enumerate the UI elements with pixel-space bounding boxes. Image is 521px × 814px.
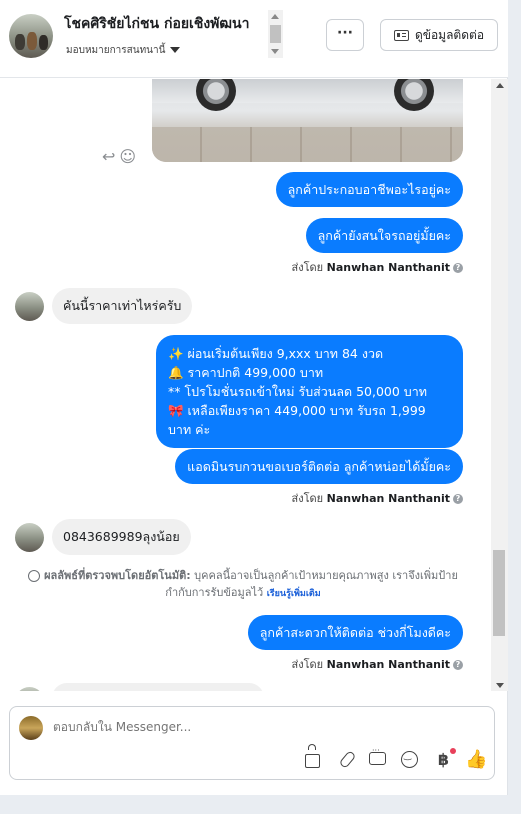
conversation-header: โชคศิริชัยไก่ชน ก่อยเชิงพัฒนา มอบหมายการ… xyxy=(0,0,508,78)
learn-more-link[interactable]: เรียนรู้เพิ่มเติม xyxy=(267,589,321,599)
header-scrollbar[interactable] xyxy=(268,10,283,58)
promo-line: 🎀 เหลือเพียงราคา 449,000 บาท รับรถ 1,999 xyxy=(168,403,426,418)
reply-input[interactable] xyxy=(53,720,433,734)
wheel-rear xyxy=(394,79,434,111)
sent-by-prefix: ส่งโดย xyxy=(291,261,324,274)
promo-line: บาท ค่ะ xyxy=(168,422,211,437)
thread-scrollbar[interactable] xyxy=(491,79,508,691)
saved-replies-icon[interactable] xyxy=(369,749,390,770)
like-icon[interactable]: 👍 xyxy=(465,749,487,770)
info-icon[interactable]: ? xyxy=(453,263,463,273)
scroll-up-icon[interactable] xyxy=(496,83,504,88)
page-avatar xyxy=(19,716,43,740)
notification-dot xyxy=(450,748,456,754)
promo-line: ** โปรโมชั่นรถเข้าใหม่ รับส่วนลด 50,000 … xyxy=(168,384,427,399)
incoming-message: 0843689989ลุงน้อย xyxy=(52,519,191,555)
sent-by-name: Nanwhan Nanthanit xyxy=(326,658,450,671)
conversation-panel: โชคศิริชัยไก่ชน ก่อยเชิงพัฒนา มอบหมายการ… xyxy=(0,0,508,795)
scroll-down-icon[interactable] xyxy=(496,683,504,688)
view-contact-button[interactable]: ดูข้อมูลติดต่อ xyxy=(380,19,498,51)
message-thread[interactable]: ↩☺ ลูกค้าประกอบอาชีพอะไรอยู่คะ ลูกค้ายัง… xyxy=(0,79,490,691)
payment-baht-icon[interactable]: ฿ xyxy=(433,748,456,770)
info-icon[interactable]: ? xyxy=(453,660,463,670)
scroll-down-icon[interactable] xyxy=(271,49,279,54)
auto-detection-title: ผลลัพธ์ที่ตรวจพบโดยอัตโนมัติ: xyxy=(44,569,191,582)
sent-by-label: ส่งโดย Nanwhan Nanthanit? xyxy=(292,655,463,673)
info-icon[interactable]: ? xyxy=(453,494,463,504)
outgoing-message: ลูกค้าสะดวกให้ติดต่อ ช่วงกี่โมงดีคะ xyxy=(247,615,463,650)
assign-conversation[interactable]: มอบหมายการสนทนานี้ xyxy=(66,43,181,58)
view-contact-label: ดูข้อมูลติดต่อ xyxy=(414,27,485,42)
wheel-front xyxy=(196,79,236,111)
message-actions: ↩☺ xyxy=(102,147,140,166)
contact-avatar-small xyxy=(15,523,44,552)
sent-by-label: ส่งโดย Nanwhan Nanthanit? xyxy=(292,489,463,507)
outgoing-message: แอดมินรบกวนขอเบอร์ติดต่อ ลูกค้าหน่อยได้ม… xyxy=(175,449,463,484)
auto-detection-notice: ผลลัพธ์ที่ตรวจพบโดยอัตโนมัติ: บุคคลนี้อา… xyxy=(18,567,468,603)
more-options-button[interactable]: ··· xyxy=(326,19,364,51)
scroll-up-icon[interactable] xyxy=(271,14,279,19)
sent-by-prefix: ส่งโดย xyxy=(291,658,324,671)
contact-avatar[interactable] xyxy=(9,14,53,58)
scroll-thumb[interactable] xyxy=(270,25,281,43)
emoji-icon[interactable] xyxy=(401,749,422,770)
outgoing-message: ลูกค้าประกอบอาชีพอะไรอยู่คะ xyxy=(275,172,463,207)
incoming-message-partial xyxy=(52,683,264,691)
scroll-thumb[interactable] xyxy=(493,550,505,636)
contact-card-icon xyxy=(393,29,409,41)
contact-avatar-small xyxy=(15,292,44,321)
sent-by-prefix: ส่งโดย xyxy=(291,492,324,505)
assign-label: มอบหมายการสนทนานี้ xyxy=(66,45,166,56)
sent-by-label: ส่งโดย Nanwhan Nanthanit? xyxy=(292,258,463,276)
car-photo-attachment[interactable] xyxy=(152,79,463,162)
showroom-floor xyxy=(152,127,463,162)
outgoing-promo-message: ✨ ผ่อนเริ่มต้นเพียง 9,xxx บาท 84 งวด 🔔 ร… xyxy=(156,335,463,448)
reply-composer: ฿ 👍 xyxy=(9,706,495,780)
promo-line: 🔔 ราคาปกติ 499,000 บาท xyxy=(168,365,324,380)
outgoing-message: ลูกค้ายังสนใจรถอยู่มั้ยคะ xyxy=(305,218,463,253)
sent-by-name: Nanwhan Nanthanit xyxy=(326,261,450,274)
sparkle-icon xyxy=(28,570,41,582)
contact-name: โชคศิริชัยไก่ชน ก่อยเชิงพัฒนา xyxy=(64,16,250,32)
shop-bag-icon[interactable] xyxy=(305,749,326,770)
smile-icon[interactable]: ☺ xyxy=(119,147,140,166)
attach-icon[interactable] xyxy=(337,749,358,770)
composer-toolbar: ฿ 👍 xyxy=(305,748,487,770)
reply-icon[interactable]: ↩ xyxy=(102,147,119,166)
incoming-message: คันนี้ราคาเท่าไหร่ครับ xyxy=(52,288,193,324)
promo-line: ✨ ผ่อนเริ่มต้นเพียง 9,xxx บาท 84 งวด xyxy=(168,346,384,361)
sent-by-name: Nanwhan Nanthanit xyxy=(326,492,450,505)
caret-down-icon xyxy=(170,47,181,53)
contact-avatar-small xyxy=(15,687,44,691)
